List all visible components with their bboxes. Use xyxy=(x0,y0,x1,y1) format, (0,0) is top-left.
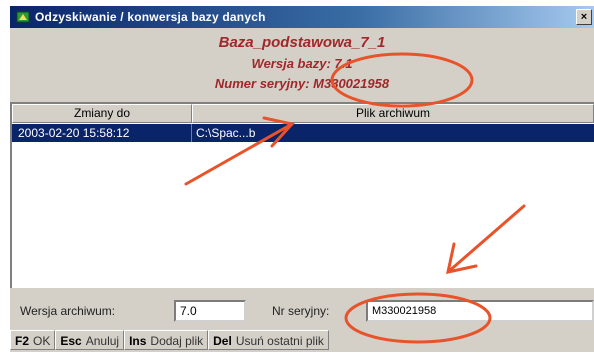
add-file-key: Ins xyxy=(129,334,147,348)
list-header: Zmiany do Plik archiwum xyxy=(12,104,594,123)
title-bar[interactable]: Odzyskiwanie / konwersja bazy danych × xyxy=(10,6,594,28)
column-header-archive-file[interactable]: Plik archiwum xyxy=(192,104,594,123)
archive-version-label: Wersja archiwum: xyxy=(20,304,116,318)
window-title: Odzyskiwanie / konwersja bazy danych xyxy=(35,10,266,24)
cancel-button[interactable]: Esc Anuluj xyxy=(55,330,125,350)
database-info: Baza_podstawowa_7_1 Wersja bazy: 7.1 Num… xyxy=(10,28,594,96)
row-path: C:\Spac...b xyxy=(196,126,256,140)
database-version: Wersja bazy: 7.1 xyxy=(251,56,353,71)
function-key-bar: F2 OK Esc Anuluj Ins Dodaj plik Del Usuń ost… xyxy=(10,330,594,352)
archive-list[interactable]: Zmiany do Plik archiwum 2003-02-20 15:58… xyxy=(10,102,594,288)
ok-key: F2 xyxy=(15,334,30,348)
ok-button[interactable]: F2 OK xyxy=(10,330,56,350)
ok-label: OK xyxy=(33,334,51,348)
archive-form: Wersja archiwum: Nr seryjny: xyxy=(10,298,594,324)
serial-number-input[interactable] xyxy=(366,300,594,322)
remove-last-file-button[interactable]: Del Usuń ostatni plik xyxy=(208,330,329,350)
row-date: 2003-02-20 15:58:12 xyxy=(12,124,192,142)
column-header-changes-to[interactable]: Zmiany do xyxy=(12,104,192,123)
add-file-label: Dodaj plik xyxy=(150,334,204,348)
serial-number-label: Nr seryjny: xyxy=(272,304,330,318)
remove-last-file-label: Usuń ostatni plik xyxy=(235,334,324,348)
list-row[interactable]: 2003-02-20 15:58:12 C:\Spac...b xyxy=(12,124,594,142)
archive-version-input[interactable] xyxy=(174,300,246,322)
close-icon[interactable]: × xyxy=(576,9,592,25)
remove-last-file-key: Del xyxy=(213,334,232,348)
dialog-window: Odzyskiwanie / konwersja bazy danych × B… xyxy=(10,6,594,352)
database-serial: Numer seryjny: M330021958 xyxy=(214,76,390,91)
cancel-key: Esc xyxy=(60,334,82,348)
database-name: Baza_podstawowa_7_1 xyxy=(218,34,386,51)
add-file-button[interactable]: Ins Dodaj plik xyxy=(124,330,209,350)
cancel-label: Anuluj xyxy=(85,334,120,348)
database-app-icon xyxy=(16,10,30,24)
